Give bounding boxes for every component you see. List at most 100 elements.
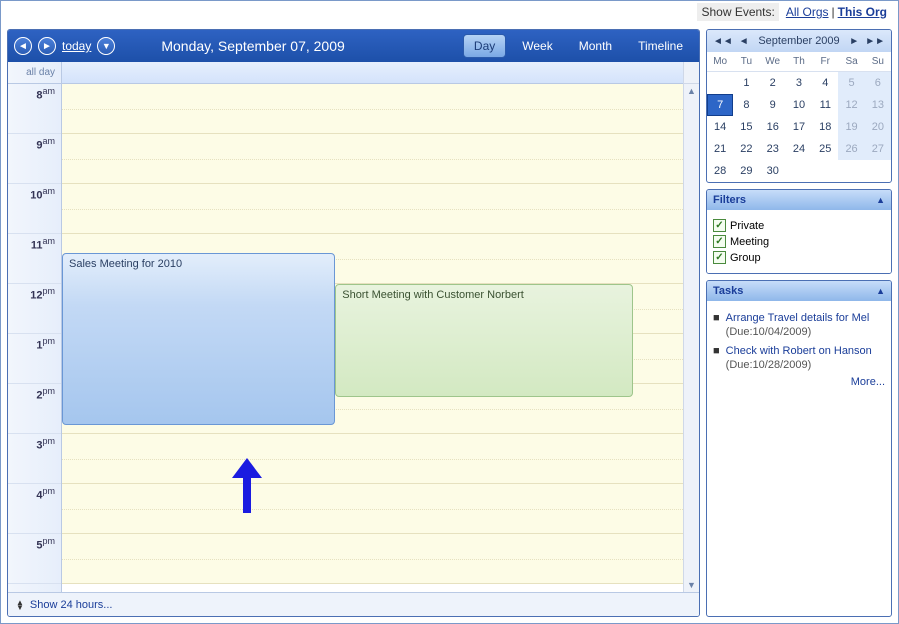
today-link[interactable]: today <box>62 39 91 53</box>
minical-day[interactable]: 4 <box>812 72 838 94</box>
minical-dow: Sa <box>838 52 864 72</box>
time-label: 8am <box>8 84 61 134</box>
minical-day[interactable]: 20 <box>865 116 891 138</box>
minical-day[interactable]: 1 <box>733 72 759 94</box>
all-orgs-link[interactable]: All Orgs <box>786 5 829 19</box>
filter-label: Private <box>730 220 764 232</box>
minical-prev-year-icon[interactable]: ◄◄ <box>711 36 735 47</box>
collapse-icon[interactable]: ▲ <box>876 286 885 296</box>
minical-prev-month-icon[interactable]: ◄ <box>737 36 751 47</box>
filter-row: ✓Group <box>713 251 885 264</box>
minical-day[interactable]: 22 <box>733 138 759 160</box>
this-org-link[interactable]: This Org <box>838 5 887 19</box>
calendar-event[interactable]: Sales Meeting for 2010 <box>62 253 335 425</box>
view-tab-day[interactable]: Day <box>463 34 506 58</box>
time-label: 11am <box>8 234 61 284</box>
prev-day-button[interactable]: ◄ <box>14 37 32 55</box>
minical-header: ◄◄ ◄ September 2009 ► ►► <box>707 30 891 52</box>
time-slot[interactable] <box>62 534 683 584</box>
date-picker-dropdown[interactable]: ▼ <box>97 37 115 55</box>
time-gutter: all day 8am9am10am11am12pm1pm2pm3pm4pm5p… <box>8 62 62 592</box>
view-tab-timeline[interactable]: Timeline <box>628 35 693 57</box>
side-panel: ◄◄ ◄ September 2009 ► ►► MoTuWeThFrSaSu1… <box>706 29 892 617</box>
filters-panel-header[interactable]: Filters ▲ <box>707 190 891 210</box>
minical-day[interactable]: 23 <box>760 138 786 160</box>
filters-panel: Filters ▲ ✓ Private ✓Meeting ✓Group <box>706 189 892 274</box>
minical-dow: Su <box>865 52 891 72</box>
task-text: Arrange Travel details for Mel <box>726 312 870 324</box>
day-grid[interactable]: Sales Meeting for 2010 Short Meeting with… <box>62 62 683 592</box>
time-slot[interactable] <box>62 84 683 134</box>
minical-day[interactable]: 30 <box>760 160 786 182</box>
calendar-panel: ◄ ► today ▼ Monday, September 07, 2009 D… <box>7 29 700 617</box>
view-tab-week[interactable]: Week <box>512 35 562 57</box>
minical-day[interactable]: 3 <box>786 72 812 94</box>
time-label: 4pm <box>8 484 61 534</box>
minical-day <box>707 72 733 94</box>
time-label: 12pm <box>8 284 61 334</box>
minical-day[interactable]: 13 <box>865 94 891 116</box>
task-item[interactable]: ■Arrange Travel details for Mel (Due:10/… <box>713 311 885 340</box>
minical-month-label[interactable]: September 2009 <box>758 35 839 47</box>
time-slot[interactable] <box>62 184 683 234</box>
scroll-down-icon[interactable]: ▼ <box>684 578 699 592</box>
event-title: Sales Meeting for 2010 <box>69 258 328 270</box>
minical-day[interactable]: 16 <box>760 116 786 138</box>
minical-next-year-icon[interactable]: ►► <box>863 36 887 47</box>
checkbox[interactable]: ✓ <box>713 251 726 264</box>
event-title: Short Meeting with Customer Norbert <box>342 289 626 301</box>
minical-day[interactable]: 8 <box>733 94 759 116</box>
mini-calendar: ◄◄ ◄ September 2009 ► ►► MoTuWeThFrSaSu1… <box>706 29 892 183</box>
minical-day[interactable]: 14 <box>707 116 733 138</box>
calendar-toolbar: ◄ ► today ▼ Monday, September 07, 2009 D… <box>8 30 699 62</box>
time-slot[interactable] <box>62 484 683 534</box>
minical-day[interactable]: 2 <box>760 72 786 94</box>
time-slot[interactable] <box>62 434 683 484</box>
minical-day[interactable]: 19 <box>838 116 864 138</box>
minical-day <box>786 160 812 182</box>
show-24-hours-link[interactable]: Show 24 hours... <box>30 599 113 611</box>
minical-dow: Tu <box>733 52 759 72</box>
filter-row: ✓ Private <box>713 219 885 232</box>
minical-day[interactable]: 9 <box>760 94 786 116</box>
allday-row[interactable] <box>62 62 683 84</box>
minical-day[interactable]: 11 <box>812 94 838 116</box>
minical-day[interactable]: 27 <box>865 138 891 160</box>
filter-row: ✓Meeting <box>713 235 885 248</box>
collapse-icon[interactable]: ▲ <box>876 195 885 205</box>
minical-day[interactable]: 21 <box>707 138 733 160</box>
task-text: Check with Robert on Hanson <box>726 345 872 357</box>
top-filter-bar: Show Events: All Orgs | This Org <box>1 1 898 23</box>
minical-next-month-icon[interactable]: ► <box>847 36 861 47</box>
minical-day[interactable]: 15 <box>733 116 759 138</box>
task-item[interactable]: ■Check with Robert on Hanson (Due:10/28/… <box>713 344 885 373</box>
checkbox[interactable]: ✓ <box>713 219 726 232</box>
time-slot[interactable] <box>62 134 683 184</box>
scroll-up-icon[interactable]: ▲ <box>684 84 699 98</box>
minical-day[interactable]: 6 <box>865 72 891 94</box>
view-tab-month[interactable]: Month <box>569 35 622 57</box>
time-label: 1pm <box>8 334 61 384</box>
minical-day <box>865 160 891 182</box>
checkbox[interactable]: ✓ <box>713 235 726 248</box>
minical-day[interactable]: 25 <box>812 138 838 160</box>
tasks-panel-header[interactable]: Tasks ▲ <box>707 281 891 301</box>
minical-dow: We <box>760 52 786 72</box>
expand-icon[interactable]: ▲▼ <box>16 600 24 610</box>
minical-day[interactable]: 18 <box>812 116 838 138</box>
minical-day[interactable]: 7 <box>707 94 733 116</box>
minical-day[interactable]: 28 <box>707 160 733 182</box>
minical-day[interactable]: 17 <box>786 116 812 138</box>
calendar-event[interactable]: Short Meeting with Customer Norbert <box>335 284 633 397</box>
vertical-scrollbar[interactable]: ▲ ▼ <box>683 62 699 592</box>
minical-day[interactable]: 26 <box>838 138 864 160</box>
minical-day[interactable]: 29 <box>733 160 759 182</box>
more-tasks-link[interactable]: More... <box>713 376 885 388</box>
minical-day[interactable]: 12 <box>838 94 864 116</box>
minical-day[interactable]: 24 <box>786 138 812 160</box>
bullet-icon: ■ <box>713 311 720 340</box>
minical-day[interactable]: 10 <box>786 94 812 116</box>
next-day-button[interactable]: ► <box>38 37 56 55</box>
minical-day <box>838 160 864 182</box>
minical-day[interactable]: 5 <box>838 72 864 94</box>
